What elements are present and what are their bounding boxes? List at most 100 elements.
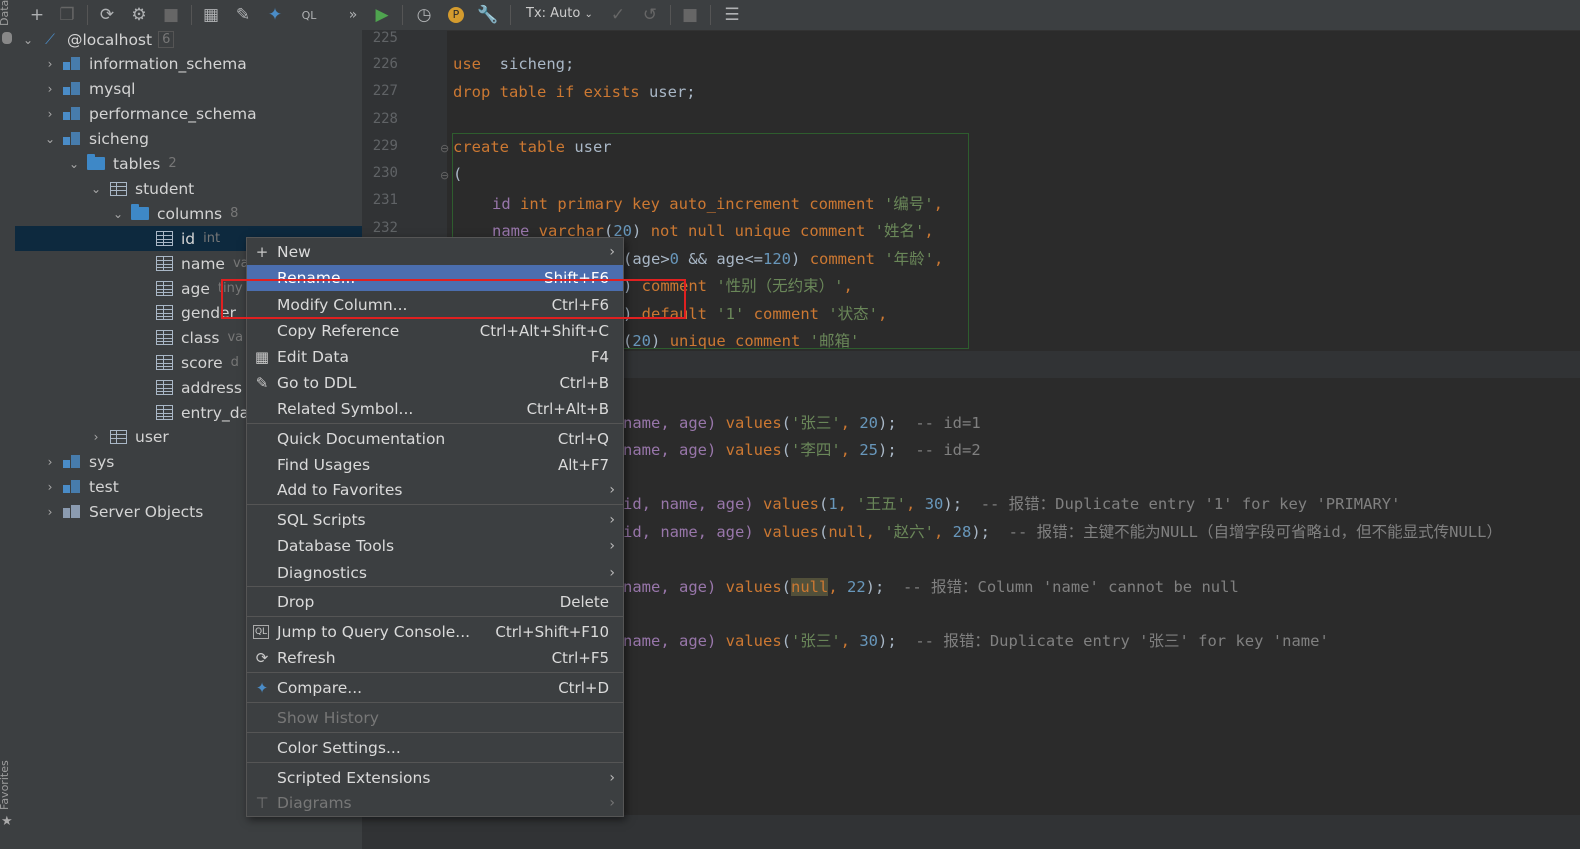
line-number: 227 <box>372 83 398 99</box>
code-line-227[interactable]: drop table if exists user; <box>453 83 696 101</box>
query-console-icon[interactable]: QL <box>297 3 321 27</box>
chevron-down-icon[interactable]: ⌄ <box>21 33 35 47</box>
menu-item-copy-reference[interactable]: Copy Reference Ctrl+Alt+Shift+C <box>247 318 623 344</box>
tree-node-information-schema[interactable]: › information_schema <box>15 51 362 76</box>
code-line-insert-5[interactable]: name, age) values(null, 22); -- 报错：Colum… <box>623 575 1239 597</box>
chevron-right-icon[interactable]: › <box>43 480 57 494</box>
menu-item-sql-scripts[interactable]: SQL Scripts › <box>247 507 623 533</box>
database-tool-tab[interactable]: Data <box>0 0 11 26</box>
refresh-icon[interactable]: ⟳ <box>95 3 119 27</box>
code-line-insert-4[interactable]: id, name, age) values(null, '赵六', 28); -… <box>623 520 1502 542</box>
menu-item-edit-data[interactable]: ▦ Edit Data F4 <box>247 344 623 370</box>
profile-icon[interactable]: P <box>444 3 468 27</box>
pencil-icon: ✎ <box>255 374 269 392</box>
schema-icon <box>63 479 81 495</box>
code-line-231[interactable]: id int primary key auto_increment commen… <box>492 192 943 214</box>
plus-icon: + <box>255 243 269 261</box>
menu-separator <box>247 423 623 424</box>
menu-item-show-history[interactable]: Show History <box>247 705 623 731</box>
menu-item-refresh[interactable]: ⟳ Refresh Ctrl+F5 <box>247 645 623 671</box>
output-layout-icon[interactable]: ☰ <box>720 3 744 27</box>
diagram-icon: ⊤ <box>255 794 269 812</box>
code-line-226[interactable]: use sicheng; <box>453 55 574 73</box>
chevron-right-icon[interactable]: › <box>43 505 57 519</box>
add-icon[interactable]: + <box>25 3 49 27</box>
menu-item-diagnostics[interactable]: Diagnostics › <box>247 560 623 586</box>
editor-toolbar: ▶ ◷ P 🔧 Tx: Auto ⌄ ✓ ↺ ■ ☰ <box>362 0 1580 31</box>
chevron-down-icon: ⌄ <box>584 9 593 20</box>
code-line-230[interactable]: ( <box>453 165 462 183</box>
favorites-tool-tab[interactable]: Favorites <box>0 760 11 810</box>
table-icon: ▦ <box>254 348 270 366</box>
tree-node-sicheng[interactable]: ⌄ sicheng <box>15 126 362 151</box>
edit-schema-icon[interactable]: ⚙ <box>127 3 151 27</box>
tree-node-mysql[interactable]: › mysql <box>15 76 362 101</box>
chevron-right-icon[interactable]: › <box>43 107 57 121</box>
menu-item-go-to-ddl[interactable]: ✎ Go to DDL Ctrl+B <box>247 370 623 396</box>
table-icon[interactable]: ▦ <box>199 3 223 27</box>
tree-node-performance-schema[interactable]: › performance_schema <box>15 101 362 126</box>
menu-item-add-to-favorites[interactable]: Add to Favorites › <box>247 477 623 503</box>
chevron-down-icon[interactable]: ⌄ <box>67 157 81 171</box>
tree-node-columns[interactable]: ⌄ columns 8 <box>15 201 362 226</box>
menu-separator <box>247 732 623 733</box>
menu-item-quick-documentation[interactable]: Quick Documentation Ctrl+Q <box>247 426 623 452</box>
commit-icon[interactable]: ✓ <box>606 3 630 27</box>
code-line-insert-6[interactable]: name, age) values('张三', 30); -- 报错：Dupli… <box>623 629 1329 651</box>
transaction-mode-dropdown[interactable]: Tx: Auto ⌄ <box>526 6 593 21</box>
chevron-down-icon[interactable]: ⌄ <box>89 182 103 196</box>
wrench-icon[interactable]: 🔧 <box>476 3 500 27</box>
table-icon <box>109 429 127 445</box>
chevron-down-icon[interactable]: ⌄ <box>111 207 125 221</box>
code-line-236[interactable]: (20) unique comment '邮箱' <box>623 329 859 351</box>
edit-icon[interactable]: ✎ <box>231 3 255 27</box>
fold-icon[interactable]: ⊖ <box>440 142 449 155</box>
chevron-right-icon[interactable]: › <box>43 82 57 96</box>
jump-icon[interactable]: ✦ <box>263 3 287 27</box>
stop-query-icon[interactable]: ■ <box>678 3 702 27</box>
menu-separator <box>247 702 623 703</box>
refresh-icon: ⟳ <box>255 649 269 667</box>
menu-item-compare[interactable]: ✦ Compare... Ctrl+D <box>247 675 623 701</box>
column-icon <box>155 281 173 297</box>
folder-icon <box>87 154 105 172</box>
schema-icon <box>63 106 81 122</box>
menu-item-database-tools[interactable]: Database Tools › <box>247 533 623 559</box>
menu-item-jump-to-query-console[interactable]: QL Jump to Query Console... Ctrl+Shift+F… <box>247 619 623 645</box>
schema-icon <box>63 454 81 470</box>
menu-item-color-settings[interactable]: Color Settings... <box>247 735 623 761</box>
code-line-insert-1[interactable]: name, age) values('张三', 20); -- id=1 <box>623 411 981 433</box>
stop-icon[interactable]: ■ <box>159 3 183 27</box>
datasource-icon: ⟋ <box>45 31 55 48</box>
menu-item-new[interactable]: + New › <box>247 239 623 265</box>
line-number: 228 <box>372 111 398 127</box>
run-icon[interactable]: ▶ <box>370 3 394 27</box>
line-number: 226 <box>372 56 398 72</box>
code-line-insert-3[interactable]: id, name, age) values(1, '王五', 30); -- 报… <box>623 492 1400 514</box>
copy-icon[interactable]: ❐ <box>55 3 79 27</box>
tree-node-tables[interactable]: ⌄ tables 2 <box>15 151 362 176</box>
code-line-233[interactable]: (age>0 && age<=120) comment '年龄', <box>623 247 943 269</box>
fold-icon[interactable]: ⊖ <box>440 169 449 182</box>
chevron-right-icon[interactable]: › <box>43 455 57 469</box>
line-number: 232 <box>372 220 398 236</box>
rollback-icon[interactable]: ↺ <box>638 3 662 27</box>
code-line-229[interactable]: create table user <box>453 138 612 156</box>
menu-separator <box>247 504 623 505</box>
chevron-down-icon[interactable]: ⌄ <box>43 132 57 146</box>
chevron-right-icon[interactable]: › <box>89 430 103 444</box>
tree-node-student[interactable]: ⌄ student <box>15 176 362 201</box>
menu-item-find-usages[interactable]: Find Usages Alt+F7 <box>247 452 623 478</box>
menu-item-diagrams[interactable]: ⊤ Diagrams › <box>247 790 623 816</box>
column-icon <box>155 231 173 247</box>
column-icon <box>155 355 173 371</box>
menu-item-drop[interactable]: Drop Delete <box>247 589 623 615</box>
menu-item-related-symbol[interactable]: Related Symbol... Ctrl+Alt+B <box>247 396 623 422</box>
menu-item-scripted-extensions[interactable]: Scripted Extensions › <box>247 765 623 791</box>
code-line-insert-2[interactable]: name, age) values('李四', 25); -- id=2 <box>623 438 981 460</box>
column-icon <box>155 330 173 346</box>
history-icon[interactable]: ◷ <box>412 3 436 27</box>
submenu-arrow-icon: › <box>609 770 615 786</box>
tree-node-localhost[interactable]: ⌄ ⟋ @localhost 6 <box>15 27 362 52</box>
chevron-right-icon[interactable]: › <box>43 57 57 71</box>
